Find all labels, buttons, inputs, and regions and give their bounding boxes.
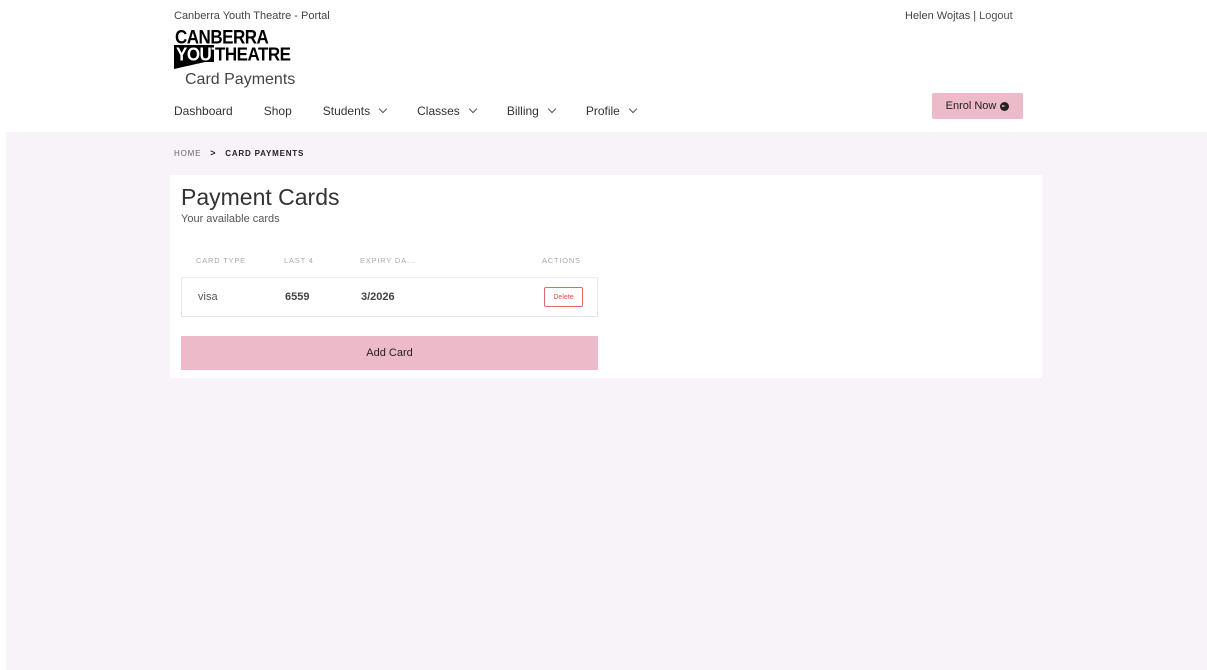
last4-cell: 6559 xyxy=(285,291,310,303)
page-subtitle: Card Payments xyxy=(185,71,296,88)
nav-label: Classes xyxy=(417,104,460,118)
nav-label: Profile xyxy=(585,104,620,118)
payment-cards-panel: Payment Cards Your available cards CARD … xyxy=(170,175,1042,378)
logout-link[interactable]: Logout xyxy=(979,10,1013,22)
logo-text-theatre: THEATRE xyxy=(215,44,291,65)
page: Canberra Youth Theatre - Portal Helen Wo… xyxy=(0,0,1207,670)
breadcrumb-chevron-icon: > xyxy=(210,148,217,158)
page-title: Payment Cards xyxy=(181,184,340,210)
arrow-circle-right-icon xyxy=(1000,101,1010,111)
expiry-cell: 3/2026 xyxy=(361,291,395,303)
chevron-down-icon xyxy=(378,104,388,114)
nav-label: Students xyxy=(322,104,371,118)
user-separator: | xyxy=(973,10,977,22)
cards-table-header: CARD TYPE LAST 4 EXPIRY DA... ACTIONS xyxy=(181,256,598,268)
breadcrumb-current: CARD PAYMENTS xyxy=(225,148,305,158)
user-name: Helen Wojtas xyxy=(905,10,971,22)
main-nav: Dashboard Shop Students Classes Billing … xyxy=(174,104,667,118)
nav-item-billing[interactable]: Billing xyxy=(506,104,557,118)
nav-label: Billing xyxy=(506,104,539,118)
canberra-youth-theatre-logo[interactable]: CANBERRA YOUTH THEATRE xyxy=(174,26,291,72)
portal-title: Canberra Youth Theatre - Portal xyxy=(174,10,330,22)
nav-item-dashboard[interactable]: Dashboard xyxy=(174,104,233,118)
breadcrumb-home[interactable]: HOME xyxy=(174,149,201,158)
enrol-now-label: Enrol Now xyxy=(945,100,997,112)
card-type-cell: visa xyxy=(198,291,218,303)
delete-card-button[interactable]: Delete xyxy=(544,287,583,307)
table-row: visa 6559 3/2026 Delete xyxy=(181,277,598,317)
panel-subtitle: Your available cards xyxy=(181,213,280,225)
chevron-down-icon xyxy=(628,104,638,114)
column-header-last4[interactable]: LAST 4 xyxy=(284,256,314,265)
column-header-actions: ACTIONS xyxy=(542,256,581,265)
chevron-down-icon xyxy=(547,104,557,114)
add-card-button[interactable]: Add Card xyxy=(181,336,598,370)
breadcrumb: HOME > CARD PAYMENTS xyxy=(174,148,304,158)
nav-label: Dashboard xyxy=(174,104,233,118)
nav-item-profile[interactable]: Profile xyxy=(585,104,638,118)
chevron-down-icon xyxy=(468,104,478,114)
nav-item-shop[interactable]: Shop xyxy=(264,104,292,118)
user-area: Helen Wojtas | Logout xyxy=(905,10,1013,22)
column-header-card-type[interactable]: CARD TYPE xyxy=(196,256,246,265)
nav-item-classes[interactable]: Classes xyxy=(417,104,478,118)
column-header-expiry[interactable]: EXPIRY DA... xyxy=(360,256,416,265)
nav-item-students[interactable]: Students xyxy=(322,104,388,118)
nav-label: Shop xyxy=(263,104,292,118)
enrol-now-button[interactable]: Enrol Now xyxy=(932,93,1023,119)
